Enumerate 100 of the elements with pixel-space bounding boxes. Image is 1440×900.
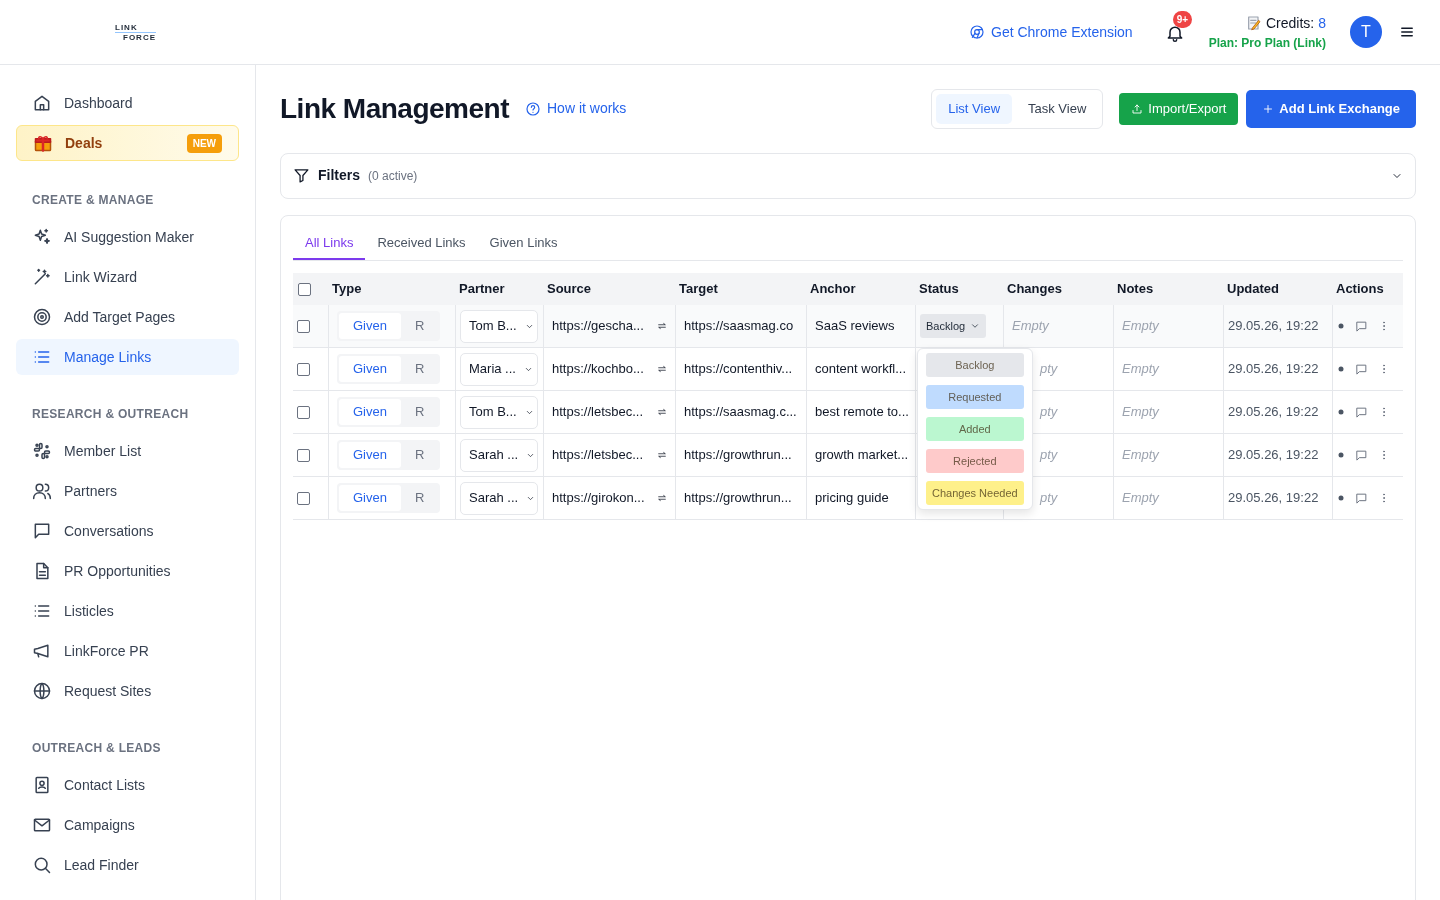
comment-icon[interactable] <box>1355 405 1368 419</box>
partner-select[interactable]: Tom B... <box>460 309 538 343</box>
target-url: https://growthrun... <box>684 446 792 465</box>
partner-select[interactable]: Maria ... <box>460 352 538 386</box>
sidebar-item[interactable]: Add Target Pages <box>16 299 239 335</box>
sidebar-item[interactable]: Conversations <box>16 513 239 549</box>
section-heading: OUTREACH & LEADS <box>31 740 162 757</box>
chrome-extension-link[interactable]: Get Chrome Extension <box>969 21 1133 43</box>
comment-icon[interactable] <box>1355 362 1368 376</box>
sidebar-item[interactable]: Campaigns <box>16 807 239 843</box>
filter-icon <box>293 167 310 184</box>
home-icon <box>32 93 52 113</box>
type-option[interactable]: R <box>400 442 439 468</box>
checkbox[interactable] <box>298 282 311 296</box>
swap-icon[interactable] <box>657 450 667 460</box>
target-url: https://saasmag.co <box>684 317 794 336</box>
sidebar-item[interactable]: Manage Links <box>16 339 239 375</box>
section-heading: RESEARCH & OUTREACH <box>31 406 190 423</box>
sidebar-item[interactable]: PR Opportunities <box>16 553 239 589</box>
notes-text: Empty <box>1122 317 1159 336</box>
column-header: Source <box>547 280 592 299</box>
wand-icon <box>32 267 52 287</box>
help-link[interactable]: How it works <box>525 98 627 120</box>
partner-select[interactable]: Sarah ... <box>460 438 538 472</box>
status-option[interactable]: Added <box>926 417 1024 441</box>
type-option[interactable]: R <box>400 313 439 339</box>
status-option[interactable]: Backlog <box>926 353 1024 377</box>
partner-select[interactable]: Tom B... <box>460 395 538 429</box>
updated-time: 29.05.26, 19:22 <box>1228 446 1319 465</box>
source-url: https://kochbo... <box>552 360 644 379</box>
changes-text: pty <box>1040 403 1058 422</box>
column-header: Changes <box>1007 280 1062 299</box>
checkbox[interactable] <box>297 448 310 462</box>
type-option[interactable]: Given <box>339 356 401 382</box>
type-option[interactable]: Given <box>339 485 401 511</box>
sidebar-item[interactable]: Partners <box>16 473 239 509</box>
notes-text: Empty <box>1122 360 1159 379</box>
anchor-text: best remote to... <box>815 403 909 422</box>
target-url: https://growthrun... <box>684 489 792 508</box>
type-option[interactable]: Given <box>339 399 401 425</box>
comment-icon[interactable] <box>1355 448 1368 462</box>
partner-select[interactable]: Sarah ... <box>460 481 538 515</box>
checkbox[interactable] <box>297 362 310 376</box>
sidebar-item[interactable]: Dashboard <box>16 85 239 121</box>
swap-icon[interactable] <box>657 493 667 503</box>
status-option[interactable]: Requested <box>926 385 1024 409</box>
checkbox[interactable] <box>297 405 310 419</box>
comment-icon[interactable] <box>1355 491 1368 505</box>
status-option[interactable]: Rejected <box>926 449 1024 473</box>
column-header: Notes <box>1117 280 1154 299</box>
user-avatar[interactable]: T <box>1350 16 1382 48</box>
filters-label: Filters <box>318 166 360 185</box>
sidebar-item[interactable]: Request Sites <box>16 673 239 709</box>
swap-icon[interactable] <box>657 321 667 331</box>
gift-icon <box>33 133 53 153</box>
comment-icon[interactable] <box>1355 319 1368 333</box>
column-header: Partner <box>459 280 505 299</box>
type-option[interactable]: R <box>400 356 439 382</box>
source-url: https://gescha... <box>552 317 644 336</box>
sidebar-item[interactable]: Member List <box>16 433 239 469</box>
status-option[interactable]: Changes Needed <box>926 481 1024 505</box>
status-dropdown[interactable]: Backlog <box>920 313 987 339</box>
updated-time: 29.05.26, 19:22 <box>1228 403 1319 422</box>
column-header: Anchor <box>810 280 856 299</box>
credits-label: Credits: <box>1265 13 1315 33</box>
column-header: Updated <box>1227 280 1279 299</box>
filters-panel[interactable]: Filters (0 active) <box>280 152 1416 199</box>
chat-icon <box>32 521 52 541</box>
chrome-icon <box>969 24 985 40</box>
changes-text: Empty <box>1012 317 1049 336</box>
type-option[interactable]: Given <box>339 442 401 468</box>
anchor-text: growth market... <box>815 446 909 465</box>
notes-text: Empty <box>1122 403 1159 422</box>
swap-icon[interactable] <box>657 407 667 417</box>
sidebar-item[interactable]: Contact Lists <box>16 767 239 803</box>
sidebar-item[interactable]: AI Suggestion Maker <box>16 219 239 255</box>
checkbox[interactable] <box>297 491 310 505</box>
sidebar-item[interactable]: Lead Finder <box>16 847 239 883</box>
notification-badge: 9+ <box>1172 11 1193 29</box>
sidebar-item[interactable]: Link Wizard <box>16 259 239 295</box>
logo[interactable]: LINK FORCE <box>115 22 156 42</box>
tab[interactable]: All Links <box>293 227 366 260</box>
checkbox[interactable] <box>297 319 310 333</box>
source-url: https://letsbec... <box>552 446 644 465</box>
column-header: Status <box>919 280 959 299</box>
add-link-exchange-button[interactable]: Add Link Exchange <box>1246 90 1416 128</box>
sidebar-item[interactable]: Listicles <box>16 593 239 629</box>
view-tab[interactable]: Task View <box>1016 94 1099 124</box>
type-option[interactable]: R <box>400 399 439 425</box>
type-option[interactable]: Given <box>339 313 401 339</box>
dot-icon <box>1337 322 1345 330</box>
target-url: https://contenthiv... <box>684 360 793 379</box>
view-tab[interactable]: List View <box>936 94 1013 124</box>
plan-label: Plan: Pro Plan (Link) <box>1208 34 1326 52</box>
tab[interactable]: Received Links <box>365 227 478 260</box>
sidebar-item[interactable]: Deals NEW <box>16 125 239 161</box>
type-option[interactable]: R <box>400 485 439 511</box>
swap-icon[interactable] <box>657 364 667 374</box>
sidebar-item[interactable]: LinkForce PR <box>16 633 239 669</box>
tab[interactable]: Given Links <box>477 227 570 260</box>
